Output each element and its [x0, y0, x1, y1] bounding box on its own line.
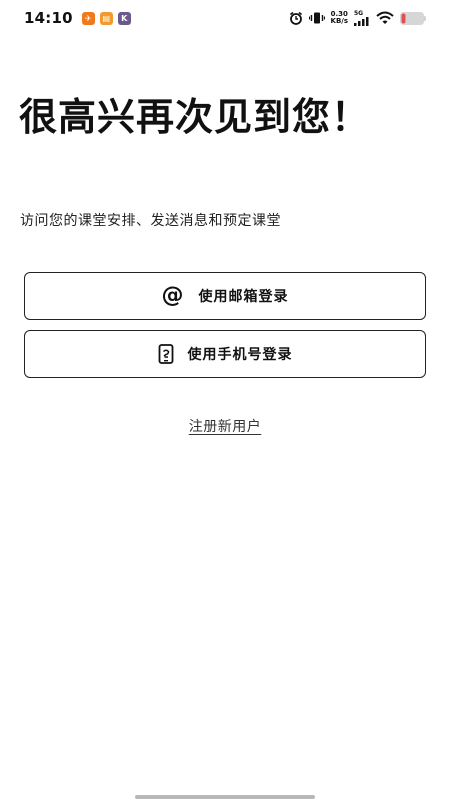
signal-bars-icon [354, 16, 369, 26]
net-speed: 0.30 KB/s [331, 11, 348, 25]
net-speed-unit: KB/s [330, 17, 348, 25]
alarm-icon [289, 11, 302, 25]
status-left: 14:10 ✈ ▤ K [24, 9, 131, 27]
login-screen: 14:10 ✈ ▤ K 0.30 KB/s 5G 很高兴再次见到您！ 访问您的课… [0, 0, 450, 800]
status-bar: 14:10 ✈ ▤ K 0.30 KB/s 5G [0, 0, 450, 36]
email-login-label: 使用邮箱登录 [198, 289, 289, 305]
phone-icon [158, 344, 174, 364]
app-folder-icon: ▤ [99, 11, 113, 25]
status-right: 0.30 KB/s 5G [289, 10, 426, 26]
at-sign-icon: @ [161, 283, 185, 308]
page-subtitle: 访问您的课堂安排、发送消息和预定课堂 [20, 213, 281, 229]
register-link[interactable]: 注册新用户 [189, 419, 262, 435]
phone-login-button[interactable]: 使用手机号登录 [24, 330, 426, 378]
email-login-button[interactable]: @ 使用邮箱登录 [24, 272, 426, 320]
app-orange-icon: ✈ [81, 11, 95, 25]
app-k-icon: K [117, 11, 131, 25]
cellular-signal: 5G [354, 10, 370, 26]
status-time: 14:10 [24, 9, 73, 27]
home-indicator[interactable] [135, 795, 315, 799]
phone-login-label: 使用手机号登录 [187, 347, 293, 363]
page-title: 很高兴再次见到您！ [19, 95, 371, 139]
vibrate-icon [308, 12, 325, 24]
register-link-row: 注册新用户 [0, 416, 450, 436]
wifi-icon [376, 11, 394, 24]
battery-icon [400, 11, 426, 25]
